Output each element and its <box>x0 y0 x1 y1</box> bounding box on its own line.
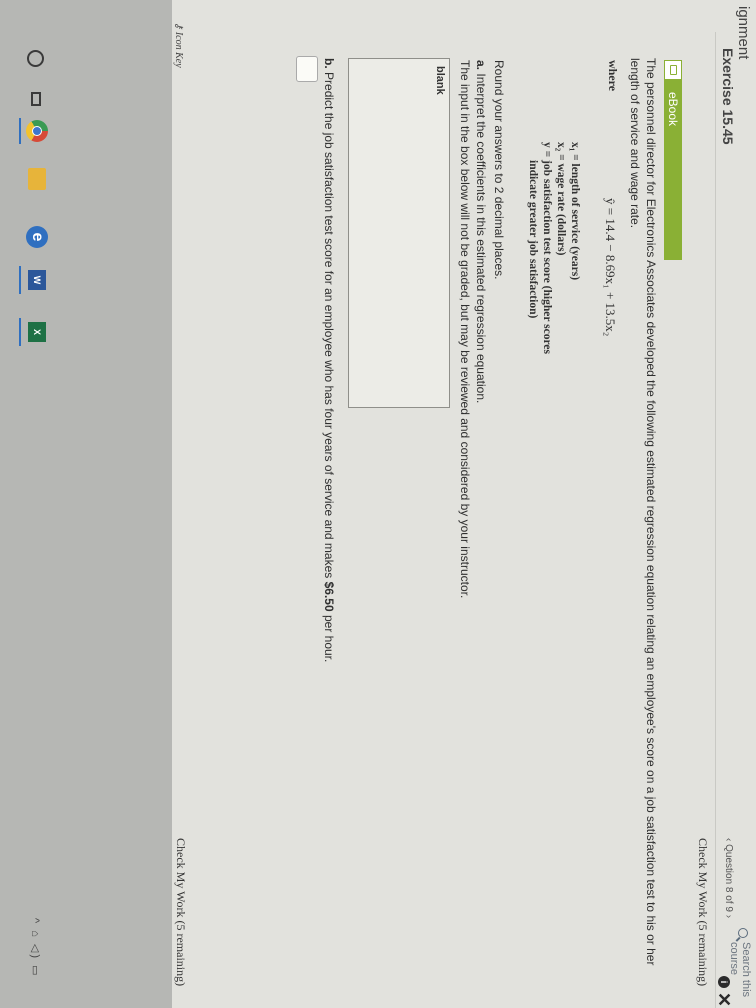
part-b-text-after: per hour. <box>322 611 336 663</box>
taskbar <box>0 0 172 1008</box>
definition-x1: x₁ = length of service (years) <box>569 142 581 281</box>
definition-y: y = job satisfaction test score (higher … <box>541 142 553 354</box>
check-my-work-button-top[interactable]: Check My Work (5 remaining) <box>695 838 710 986</box>
file-explorer-icon[interactable] <box>28 168 46 190</box>
answer-box-label: blank <box>434 66 446 95</box>
part-a-prompt: a. Interpret the coefficients in this es… <box>474 60 488 403</box>
check-my-work-button-bottom[interactable]: Check My Work (5 remaining) <box>173 838 188 986</box>
word-icon[interactable]: W <box>28 270 46 290</box>
part-b-text-before: Predict the job satisfaction test score … <box>322 72 336 582</box>
excel-active-indicator <box>19 318 21 346</box>
part-a-answer-textarea[interactable] <box>348 58 450 408</box>
part-a-grading-note: The input in the box below will not be g… <box>458 60 472 599</box>
key-icon: ⚷ <box>173 22 184 32</box>
part-a-text: Interpret the coefficients in this estim… <box>474 73 488 404</box>
ebook-label: eBook <box>666 92 680 127</box>
chrome-icon[interactable] <box>26 120 48 142</box>
rounding-instruction: Round your answers to 2 decimal places. <box>492 60 506 280</box>
part-a-label: a. <box>474 60 488 71</box>
problem-intro-line-2: length of service and wage rate. <box>628 58 642 229</box>
part-b-prompt: b. Predict the job satisfaction test sco… <box>322 58 336 662</box>
book-icon <box>670 65 677 75</box>
regression-equation: ŷ = 14.4 − 8.69x₁ + 13.5x₂ <box>603 198 618 337</box>
start-button[interactable] <box>27 50 44 67</box>
ebook-button[interactable] <box>664 60 682 260</box>
word-active-indicator <box>19 266 21 294</box>
icon-key-link[interactable]: ⚷ Icon Key <box>173 22 184 68</box>
system-tray-icons[interactable]: ^ ⌂ ◁) ▭ <box>29 918 42 978</box>
icon-key-label: Icon Key <box>173 31 184 68</box>
problem-intro-line-1: The personnel director for Electronics A… <box>644 58 658 966</box>
where-label: where <box>606 60 620 92</box>
part-b-answer-input[interactable] <box>296 56 318 82</box>
definition-x2: x₂ = wage rate (dollars) <box>555 142 567 256</box>
definition-y-continued: indicate greater job satisfaction) <box>527 160 539 319</box>
edge-icon[interactable]: e <box>26 226 48 248</box>
excel-icon[interactable]: X <box>28 322 46 342</box>
question-navigation[interactable]: ‹ Question 8 of 9 › <box>723 838 734 918</box>
exercise-title: Exercise 15.45 <box>720 48 736 145</box>
chrome-active-indicator <box>19 118 21 144</box>
part-b-label: b. <box>322 58 336 69</box>
task-view-icon[interactable] <box>31 92 41 106</box>
rotated-screen: ignment Search this course i ✕ Exercise … <box>0 0 756 1008</box>
part-b-amount: $6.50 <box>322 581 336 612</box>
